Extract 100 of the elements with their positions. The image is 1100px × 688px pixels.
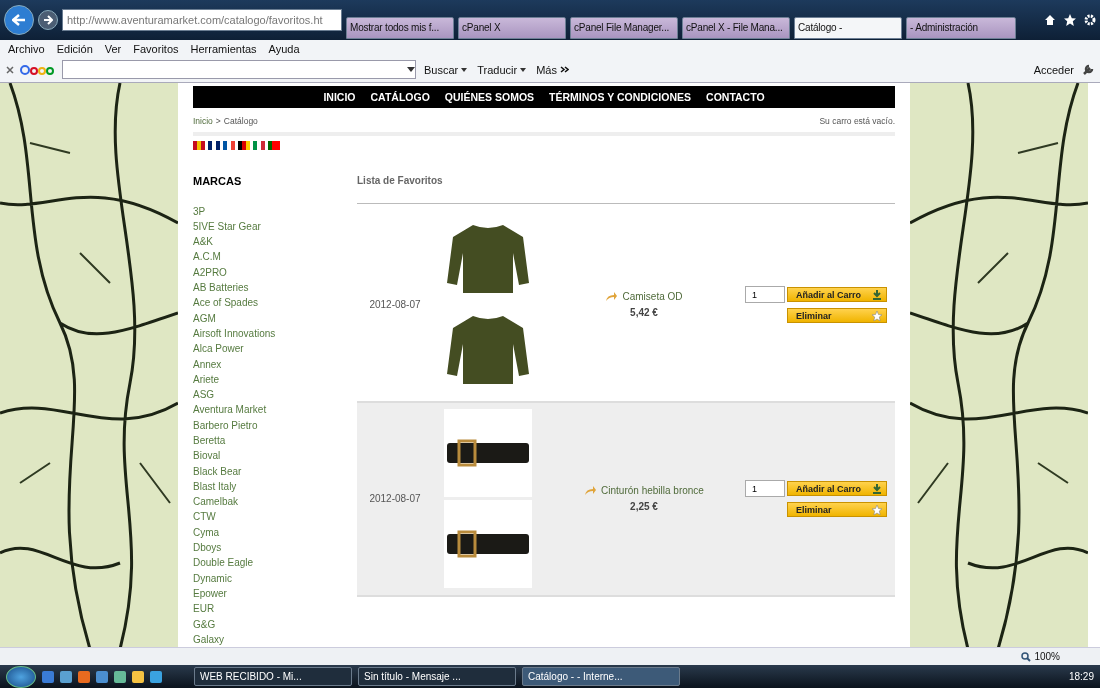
settings-icon[interactable] [1084,13,1096,26]
browser-tab[interactable]: Catálogo - [794,16,902,39]
translate-button[interactable]: Traducir [475,63,529,76]
wrench-icon[interactable] [1082,63,1094,76]
caret-icon[interactable] [407,67,415,73]
brand-link[interactable]: Airsoft Innovations [193,325,357,342]
price-text: 2,25 € [630,501,658,513]
brand-link[interactable]: 3P [193,203,357,219]
brand-link[interactable]: Ace of Spades [193,295,357,311]
remove-button[interactable]: Eliminar [787,308,887,324]
back-button[interactable] [4,4,34,35]
sign-in-button[interactable]: Acceder [1031,63,1076,76]
brand-link[interactable]: Beretta [193,433,357,449]
brand-link[interactable]: Annex [193,356,357,372]
add-to-cart-button[interactable]: Añadir al Carro [787,481,887,497]
home-icon[interactable] [1044,13,1056,26]
menu-item[interactable]: Favoritos [133,42,179,55]
menu-item[interactable]: Archivo [8,42,45,55]
logo-drawing [20,63,56,76]
brand-link[interactable]: Cyma [193,524,357,541]
brand-link[interactable]: Alca Power [193,341,357,357]
brand-link[interactable]: AGM [193,310,357,326]
taskbar-window[interactable]: Catálogo - - Interne... [522,667,680,687]
taskbar-window[interactable]: WEB RECIBIDO - Mi... [194,667,352,687]
caret-icon [461,67,468,72]
nav-link[interactable]: QUIÉNES SOMOS [444,90,535,103]
flag-icon[interactable] [208,140,220,150]
brand-link[interactable]: A.C.M [193,249,357,265]
brand-link[interactable]: Barbero Pietro [193,417,357,433]
breadcrumb-current: Catálogo [223,115,258,126]
browser-tab[interactable]: - Administración [906,16,1016,39]
brand-link[interactable]: Epower [193,585,357,602]
breadcrumb-link[interactable]: Inicio [193,115,213,126]
browser-tab[interactable]: cPanel X [458,16,566,39]
close-icon[interactable] [6,65,14,74]
zoom-level[interactable]: 100% [1034,651,1060,663]
brand-link[interactable]: Galaxy [193,631,357,648]
arrow-icon [605,291,619,303]
app-icon[interactable] [96,670,108,683]
app-icon[interactable] [60,670,72,683]
brand-link[interactable]: CTW [193,509,357,525]
menu-item[interactable]: Ayuda [268,42,300,55]
quantity-field[interactable]: 1 [745,480,785,498]
date-text: 2012-08-07 [368,493,422,505]
taskbar-window[interactable]: Sin título - Mensaje ... [358,667,516,687]
brand-link[interactable]: Double Eagle [193,555,357,571]
remove-button[interactable]: Eliminar [787,502,887,518]
star-icon [872,310,882,321]
app-icon[interactable] [114,670,126,683]
zoom-icon [1021,651,1032,662]
star-icon [872,504,882,515]
arrow-left-icon [12,13,26,26]
brand-link[interactable]: A&K [193,234,357,250]
app-icon[interactable] [132,670,144,683]
menu-item[interactable]: Ver [104,42,122,55]
brand-link[interactable]: AB Batteries [193,280,357,296]
browser-tab[interactable]: Mostrar todos mis f... [346,16,454,39]
menu-item[interactable]: Edición [56,42,93,55]
quantity-field[interactable]: 1 [745,286,785,304]
nav-link[interactable]: INICIO [323,90,356,103]
start-button[interactable] [6,665,36,688]
date-text: 2012-08-07 [368,299,422,311]
forward-button[interactable] [38,9,58,30]
star-icon[interactable] [1064,13,1076,26]
flag-icon[interactable] [193,140,205,150]
browser-tab[interactable]: cPanel File Manager... [570,16,678,39]
chevrons-right-icon [559,66,569,74]
brand-link[interactable]: Bioval [193,448,357,464]
brand-link[interactable]: Dynamic [193,570,357,586]
more-button[interactable]: Más [534,63,571,76]
brand-link[interactable]: ASG [193,387,357,403]
nav-link[interactable]: CONTACTO [706,90,765,103]
brand-link[interactable]: Dboys [193,540,357,556]
brand-link[interactable]: A2PRO [193,264,357,280]
product-link[interactable]: Cinturón hebilla bronce [601,485,704,497]
nav-link[interactable]: CATÁLOGO [370,90,430,103]
download-icon [872,289,882,300]
search-field[interactable] [62,60,416,80]
flag-icon[interactable] [268,140,280,150]
brand-link[interactable]: Camelbak [193,494,357,510]
app-icon[interactable] [78,670,90,683]
brand-link[interactable]: G&G [193,616,357,632]
flag-icon[interactable] [223,140,235,150]
add-to-cart-button[interactable]: Añadir al Carro [787,287,887,303]
brand-link[interactable]: Aventura Market [193,402,357,418]
caret-icon [520,67,527,72]
brand-link[interactable]: 5IVE Star Gear [193,218,357,235]
nav-link[interactable]: TÉRMINOS Y CONDICIONES [549,90,692,103]
browser-tab[interactable]: cPanel X - File Mana... [682,16,790,39]
brand-link[interactable]: EUR [193,601,357,617]
app-icon[interactable] [150,670,162,683]
brand-link[interactable]: Black Bear [193,463,357,479]
flag-icon[interactable] [238,140,250,150]
search-button[interactable]: Buscar [422,63,470,76]
sidebar-title: MARCAS [193,174,243,187]
menu-item[interactable]: Herramientas [190,42,257,55]
brand-link[interactable]: Ariete [193,371,357,388]
address-field[interactable]: http://www.aventuramarket.com/catalogo/favoritos.ht [62,8,342,31]
brand-link[interactable]: Blast Italy [193,478,357,495]
product-link[interactable]: Camiseta OD [622,291,683,303]
